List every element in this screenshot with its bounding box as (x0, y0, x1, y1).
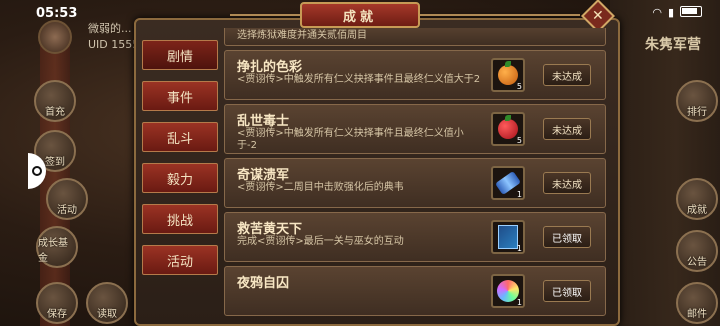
activity-button[interactable]: 活动 (46, 178, 88, 220)
wifi-icon: ◠ (652, 6, 662, 19)
status-icons: ◠ ▮ (652, 6, 702, 19)
close-icon: ✕ (592, 7, 604, 24)
status-badge[interactable]: 未达成 (543, 172, 591, 194)
achievement-desc: 完成<贾诩传>最后一关与巫女的互动 (237, 236, 404, 247)
achievement-button[interactable]: 成就 (676, 178, 718, 220)
achievement-desc: <贾诩传>中触发所有仁义抉择事件且最终仁义值小于-2 (237, 128, 464, 151)
header-rule-left (230, 14, 300, 16)
reward-count: 5 (516, 136, 522, 145)
achievement-title: 夜鸦自囚 (237, 276, 290, 291)
achievement-desc: <贾诩传>二周目中击败强化后的典韦 (237, 182, 404, 193)
achievement-title: 乱世毒士 (237, 114, 290, 129)
player-uid: UID 1555 (88, 38, 140, 51)
reward-item[interactable]: 5 (491, 112, 525, 146)
list-item: 挣扎的色彩 <贾诩传>中触发所有仁义抉择事件且最终仁义值大于2 5 未达成 (224, 50, 606, 100)
tab-event[interactable]: 事件 (142, 81, 218, 111)
book-icon (498, 225, 518, 249)
achievement-title: 挣扎的色彩 (237, 60, 303, 75)
reward-item[interactable]: 1 (491, 220, 525, 254)
status-badge[interactable]: 未达成 (543, 64, 591, 86)
reward-count: 1 (516, 298, 522, 307)
player-name: 微弱的... (88, 22, 132, 35)
list-item: 夜鸦自囚 1 已领取 (224, 266, 606, 316)
list-item: 乱世毒士 <贾诩传>中触发所有仁义抉择事件且最终仁义值小于-2 5 未达成 (224, 104, 606, 154)
first-charge-button[interactable]: 首充 (34, 80, 76, 122)
rank-button[interactable]: 排行 (676, 80, 718, 122)
reward-count: 1 (516, 244, 522, 253)
save-button[interactable]: 保存 (36, 282, 78, 324)
avatar[interactable] (38, 20, 72, 54)
category-tabs: 剧情 事件 乱斗 毅力 挑战 活动 (142, 40, 218, 286)
reward-item[interactable]: 5 (491, 58, 525, 92)
load-button[interactable]: 读取 (86, 282, 128, 324)
notice-button[interactable]: 公告 (676, 230, 718, 272)
status-badge[interactable]: 未达成 (543, 118, 591, 140)
list-item: 救苦黄天下 完成<贾诩传>最后一关与巫女的互动 1 已领取 (224, 212, 606, 262)
achievement-title: 救苦黄天下 (237, 222, 303, 237)
achievement-desc: 选择炼狱难度并通关贰佰周目 (237, 30, 367, 41)
dialog-title: 成就 (300, 2, 420, 28)
tab-activity[interactable]: 活动 (142, 245, 218, 275)
fruit-icon (498, 61, 518, 85)
tab-perseverance[interactable]: 毅力 (142, 163, 218, 193)
achievement-desc: <贾诩传>中触发所有仁义抉择事件且最终仁义值大于2 (237, 74, 481, 85)
tab-challenge[interactable]: 挑战 (142, 204, 218, 234)
header-rule-right (420, 14, 580, 16)
reward-count: 1 (516, 190, 522, 199)
location-title: 朱隽军营 (645, 37, 701, 53)
reward-count: 5 (516, 82, 522, 91)
signal-icon: ▮ (667, 6, 674, 19)
growth-fund-button[interactable]: 成长基金 (36, 226, 78, 268)
status-badge[interactable]: 已领取 (543, 280, 591, 302)
list-item: 选择炼狱难度并通关贰佰周目 (224, 28, 606, 46)
reward-item[interactable]: 1 (491, 166, 525, 200)
orb-icon (497, 280, 519, 302)
list-item: 奇谋溃军 <贾诩传>二周目中击败强化后的典韦 1 未达成 (224, 158, 606, 208)
fruit-icon (498, 115, 518, 139)
achievement-list[interactable]: 选择炼狱难度并通关贰佰周目 挣扎的色彩 <贾诩传>中触发所有仁义抉择事件且最终仁… (224, 28, 610, 326)
status-time: 05:53 (36, 6, 78, 21)
status-badge[interactable]: 已领取 (543, 226, 591, 248)
mail-button[interactable]: 邮件 (676, 282, 718, 324)
achievement-title: 奇谋溃军 (237, 168, 290, 183)
tab-story[interactable]: 剧情 (142, 40, 218, 70)
tab-brawl[interactable]: 乱斗 (142, 122, 218, 152)
reward-item[interactable]: 1 (491, 274, 525, 308)
battery-icon (680, 6, 702, 17)
